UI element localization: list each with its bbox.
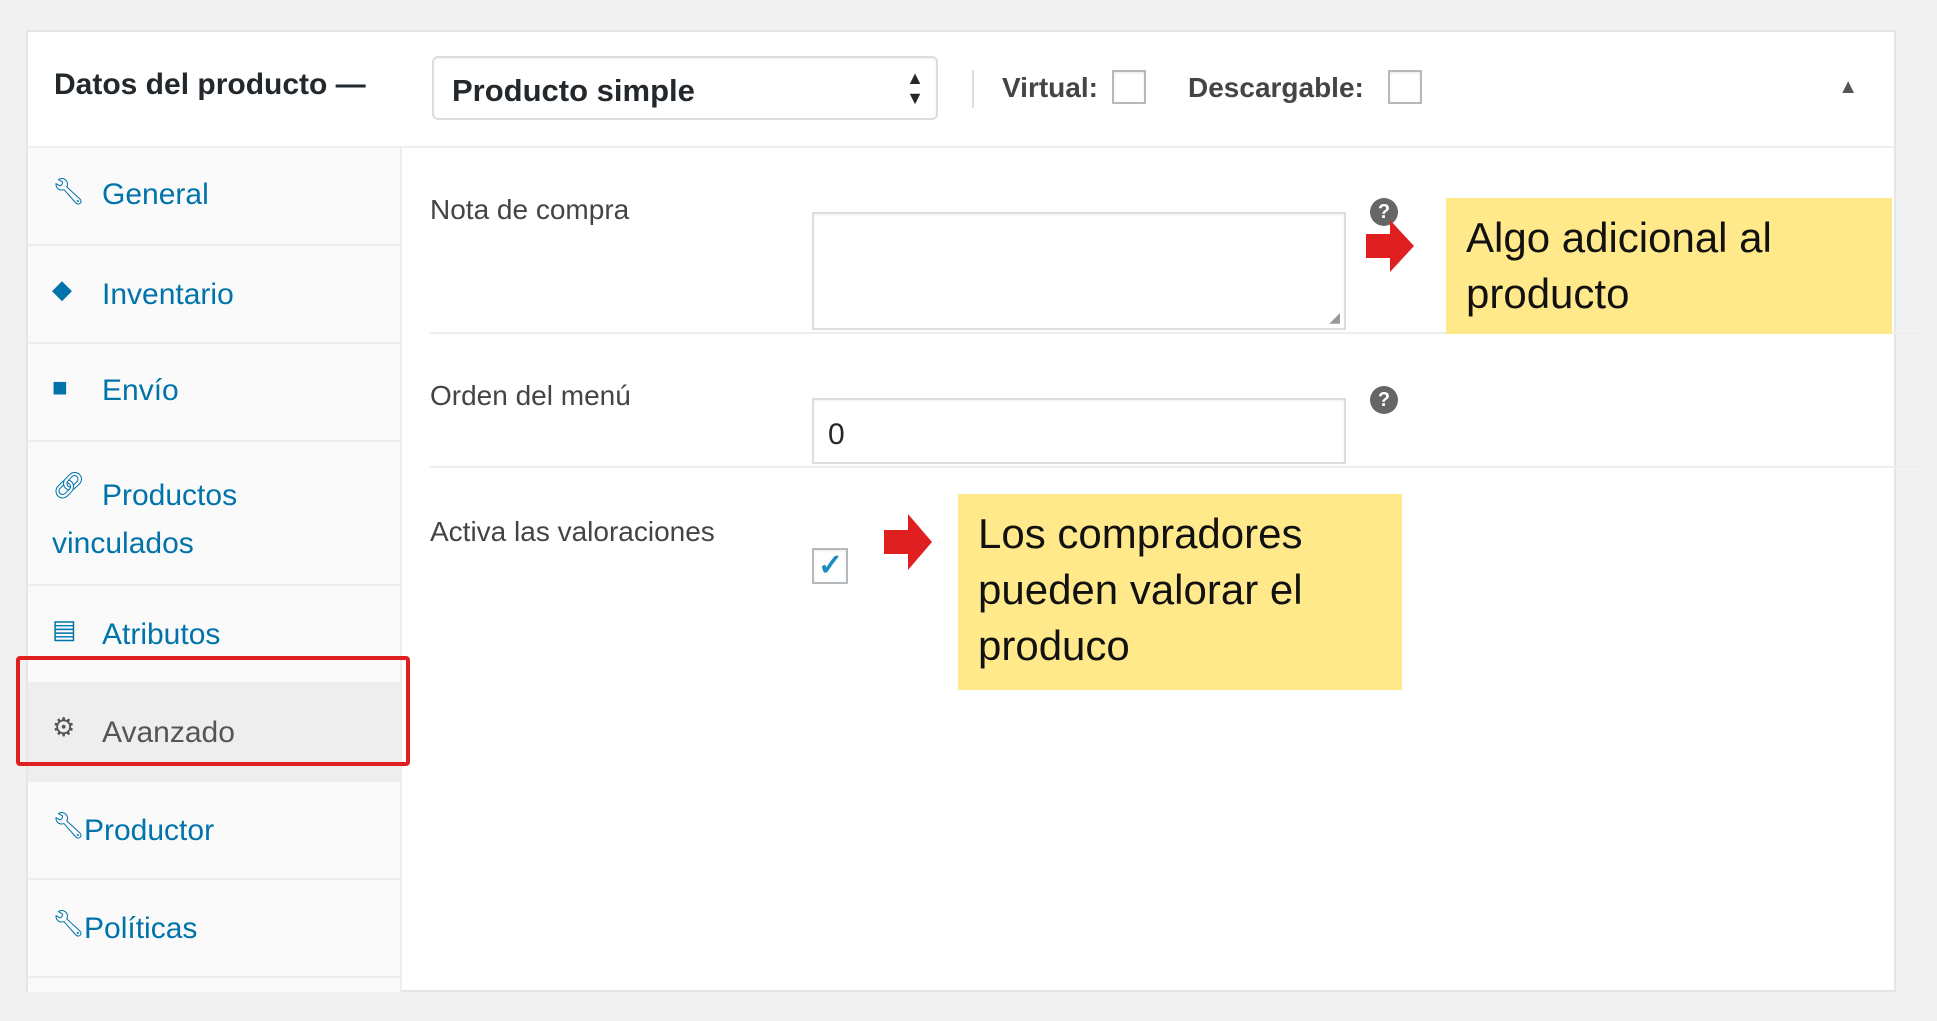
tab-label: Envío [102,374,179,407]
downloadable-checkbox[interactable] [1388,70,1422,104]
tab-general[interactable]: 🔧︎ General [28,148,400,246]
purchase-note-label: Nota de compra [430,194,630,225]
virtual-checkbox[interactable] [1112,70,1146,104]
annotation-arrow-icon [884,514,932,570]
tab-label: Atributos [102,618,221,651]
product-type-value: Producto simple [452,73,695,108]
tab-productos-vinculados[interactable]: 🔗︎ Productos vinculados [28,442,400,586]
product-data-panel: Datos del producto — Producto simple ▲ ▼ … [26,30,1924,992]
list-icon: ▤ [52,614,77,644]
menu-order-value: 0 [828,418,845,451]
tab-label: Productor [84,814,215,847]
tab-label: General [102,178,209,211]
tab-politicas[interactable]: 🔧︎ Políticas [28,880,400,978]
tab-label: Inventario [102,278,234,311]
purchase-note-textarea[interactable]: ◢ [812,212,1346,330]
enable-reviews-label: Activa las valoraciones [430,516,715,547]
avanzado-highlight-box [16,656,410,766]
header-divider [972,70,974,108]
tab-envio[interactable]: ■ Envío [28,344,400,442]
panel-title: Datos del producto — [54,68,366,101]
menu-order-label: Orden del menú [430,380,631,411]
wrench-icon: 🔧︎ [52,176,86,206]
collapse-toggle-icon[interactable]: ▲ [1838,76,1858,99]
tab-inventario[interactable]: ◆ Inventario [28,246,400,344]
truck-icon: ■ [52,372,68,402]
menu-order-input[interactable]: 0 [812,398,1346,464]
product-tabs-sidebar: 🔧︎ General ◆ Inventario ■ Envío 🔗︎ Produ… [28,148,402,992]
annotation-note-2: Los compradores pueden valorar el produc… [958,494,1402,690]
select-arrows-icon: ▲ ▼ [906,68,924,108]
row-divider [430,466,1924,468]
tab-label: Políticas [84,912,198,945]
checkmark-icon: ✓ [818,549,844,582]
downloadable-label: Descargable: [1188,72,1364,103]
tab-label: Productos vinculados [52,479,238,560]
resize-grip-icon[interactable]: ◢ [1329,309,1340,326]
panel-header: Datos del producto — Producto simple ▲ ▼ … [28,32,1894,148]
annotation-note-1: Algo adicional al producto [1446,198,1892,334]
tag-icon: ◆ [52,274,72,304]
wrench-icon: 🔧︎ [52,908,86,938]
enable-reviews-checkbox[interactable]: ✓ [812,548,848,584]
product-type-select[interactable]: Producto simple ▲ ▼ [432,56,938,120]
help-icon[interactable]: ? [1370,386,1398,414]
wrench-icon: 🔧︎ [52,810,86,840]
virtual-label: Virtual: [1002,72,1098,103]
tab-productor[interactable]: 🔧︎ Productor [28,782,400,880]
annotation-arrow-icon [1366,220,1414,272]
